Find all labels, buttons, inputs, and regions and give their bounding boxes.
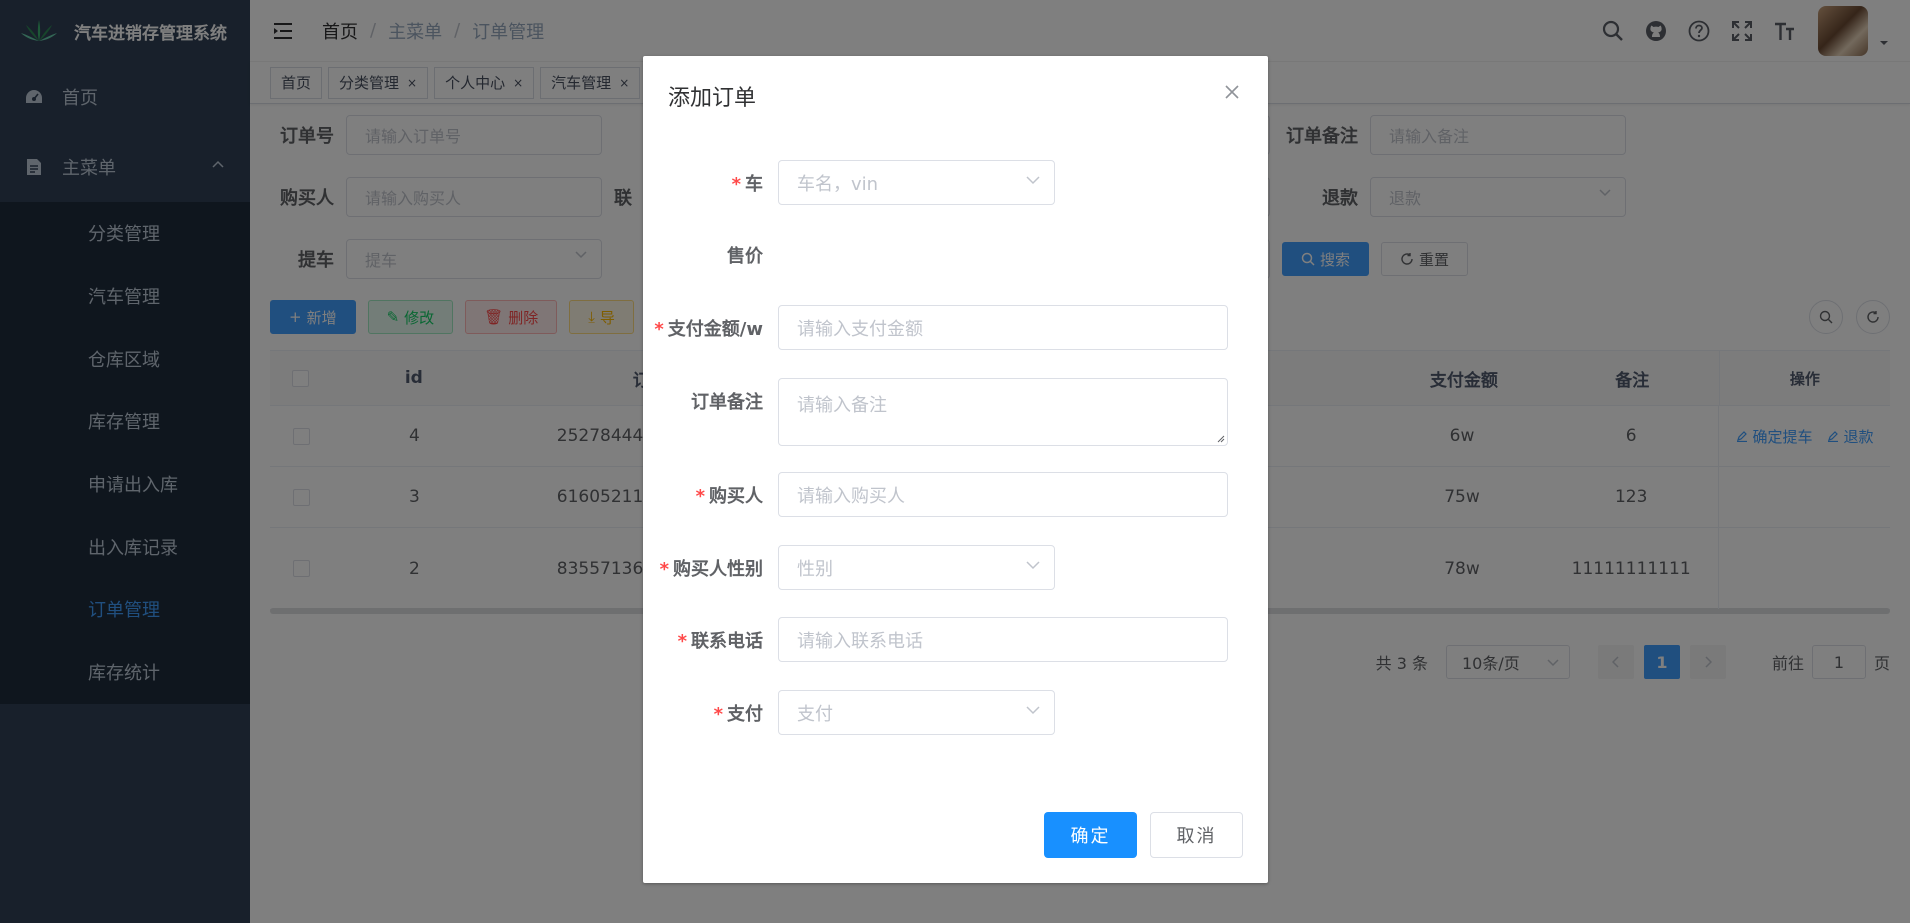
remark-row: 订单备注 请输入备注 xyxy=(643,378,1268,446)
add-order-dialog: 添加订单 * 车 车名，vin 售价 * 支付金额/w 请输入支付金额 订单备注 请… xyxy=(643,56,1268,883)
required-mark: * xyxy=(695,485,705,507)
chevron-down-icon xyxy=(1026,176,1040,185)
phone-row: * 联系电话 请输入联系电话 xyxy=(643,617,1268,662)
car-row: * 车 车名，vin xyxy=(643,160,1268,205)
gender-placeholder: 性别 xyxy=(797,558,833,580)
required-mark: * xyxy=(659,558,669,580)
remark-label: 订单备注 xyxy=(691,392,763,413)
payment-label-text: 支付 xyxy=(727,703,763,725)
required-mark: * xyxy=(654,318,664,340)
confirm-button[interactable]: 确定 xyxy=(1044,812,1137,858)
car-label-text: 车 xyxy=(745,173,763,195)
buyer-label-text: 购买人 xyxy=(709,485,763,507)
gender-select[interactable]: 性别 xyxy=(778,545,1055,590)
required-mark: * xyxy=(731,173,741,195)
gender-label: * 购买人性别 xyxy=(643,555,778,581)
payment-label: * 支付 xyxy=(643,700,778,726)
amount-label-text: 支付金额/w xyxy=(667,318,763,340)
dialog-footer: 确定 取消 xyxy=(1044,812,1243,858)
car-select[interactable]: 车名，vin xyxy=(778,160,1055,205)
buyer-row: * 购买人 请输入购买人 xyxy=(643,472,1268,517)
amount-label: * 支付金额/w xyxy=(643,315,778,341)
resize-grip-icon[interactable] xyxy=(1216,434,1225,443)
price-row: 售价 xyxy=(643,232,1268,277)
chevron-down-icon xyxy=(1026,706,1040,715)
cancel-button[interactable]: 取消 xyxy=(1150,812,1243,858)
payment-placeholder: 支付 xyxy=(797,703,833,725)
required-mark: * xyxy=(677,630,687,652)
phone-label: * 联系电话 xyxy=(643,627,778,653)
amount-input[interactable]: 请输入支付金额 xyxy=(778,305,1228,350)
buyer-label: * 购买人 xyxy=(643,482,778,508)
phone-input[interactable]: 请输入联系电话 xyxy=(778,617,1228,662)
chevron-down-icon xyxy=(1026,561,1040,570)
dialog-title: 添加订单 xyxy=(668,86,757,111)
car-label: * 车 xyxy=(643,170,778,196)
gender-row: * 购买人性别 性别 xyxy=(643,545,1268,590)
price-label: 售价 xyxy=(727,245,763,267)
remark-placeholder: 请输入备注 xyxy=(797,395,887,416)
required-mark: * xyxy=(713,703,723,725)
payment-select[interactable]: 支付 xyxy=(778,690,1055,735)
car-placeholder: 车名，vin xyxy=(797,173,879,195)
remark-textarea[interactable]: 请输入备注 xyxy=(778,378,1228,446)
gender-label-text: 购买人性别 xyxy=(673,558,763,580)
phone-label-text: 联系电话 xyxy=(691,630,763,652)
buyer-input[interactable]: 请输入购买人 xyxy=(778,472,1228,517)
payment-row: * 支付 支付 xyxy=(643,690,1268,735)
close-icon[interactable] xyxy=(1224,84,1240,100)
amount-row: * 支付金额/w 请输入支付金额 xyxy=(643,305,1268,350)
